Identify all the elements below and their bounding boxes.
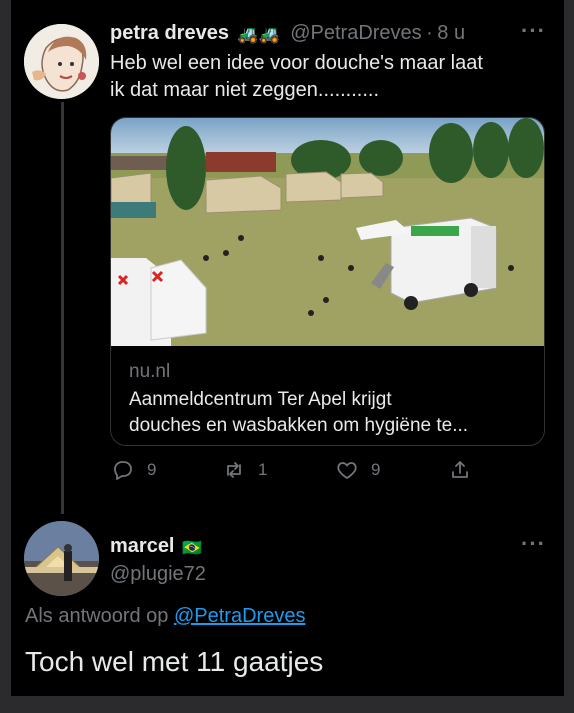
- reply-more-icon[interactable]: ···: [521, 531, 546, 557]
- card-image: [111, 118, 544, 346]
- retweet-count: 1: [258, 460, 268, 479]
- time-separator: ·: [426, 22, 433, 44]
- like-button[interactable]: 9: [335, 458, 380, 482]
- tractor-emoji: 🚜🚜: [237, 24, 280, 44]
- avatar-marcel[interactable]: [24, 521, 99, 596]
- card-domain: nu.nl: [129, 361, 171, 382]
- reply-author-handle[interactable]: @plugie72: [110, 563, 206, 586]
- thread-connector-line: [61, 102, 64, 514]
- tweet-actions: 9 1 9: [11, 458, 564, 488]
- reply-author-name[interactable]: marcel: [110, 535, 175, 557]
- more-icon[interactable]: ···: [521, 18, 546, 44]
- heart-icon: [337, 462, 357, 479]
- tweet-text-line-2: ik dat maar niet zeggen...........: [110, 79, 380, 101]
- reply-to-handle-link[interactable]: @PetraDreves: [174, 605, 305, 627]
- avatar-petra[interactable]: [24, 24, 99, 99]
- reply-button[interactable]: 9: [111, 458, 156, 482]
- reply-to-label: Als antwoord op: [25, 605, 169, 627]
- retweet-icon: [227, 462, 241, 478]
- tweet-time[interactable]: 8 u: [437, 22, 465, 44]
- author-handle[interactable]: @PetraDreves: [290, 22, 421, 44]
- share-button[interactable]: [448, 458, 472, 482]
- tweet-thread: petra dreves 🚜🚜 @PetraDreves · 8 u ··· H…: [11, 0, 564, 696]
- like-count: 9: [371, 460, 381, 479]
- flag-brazil-emoji: 🇧🇷: [181, 539, 202, 557]
- tweet-header: petra dreves 🚜🚜 @PetraDreves · 8 u: [110, 22, 465, 45]
- retweet-button[interactable]: 1: [222, 458, 267, 482]
- reply-to-line: Als antwoord op @PetraDreves: [25, 605, 305, 628]
- author-name[interactable]: petra dreves: [110, 22, 229, 44]
- card-title-line-2: douches en wasbakken om hygiëne te...: [129, 415, 469, 436]
- tweet-text-line-1: Heb wel een idee voor douche's maar laat: [110, 52, 483, 74]
- reply-icon: [114, 461, 132, 480]
- reply-text: Toch wel met 11 gaatjes: [25, 646, 324, 677]
- card-title-line-1: Aanmeldcentrum Ter Apel krijgt: [129, 389, 392, 410]
- link-card[interactable]: nu.nl Aanmeldcentrum Ter Apel krijgt dou…: [110, 117, 545, 446]
- reply-header: marcel 🇧🇷: [110, 535, 202, 558]
- share-icon: [452, 461, 468, 478]
- card-title: Aanmeldcentrum Ter Apel krijgt douches e…: [129, 387, 529, 439]
- reply-count: 9: [147, 460, 157, 479]
